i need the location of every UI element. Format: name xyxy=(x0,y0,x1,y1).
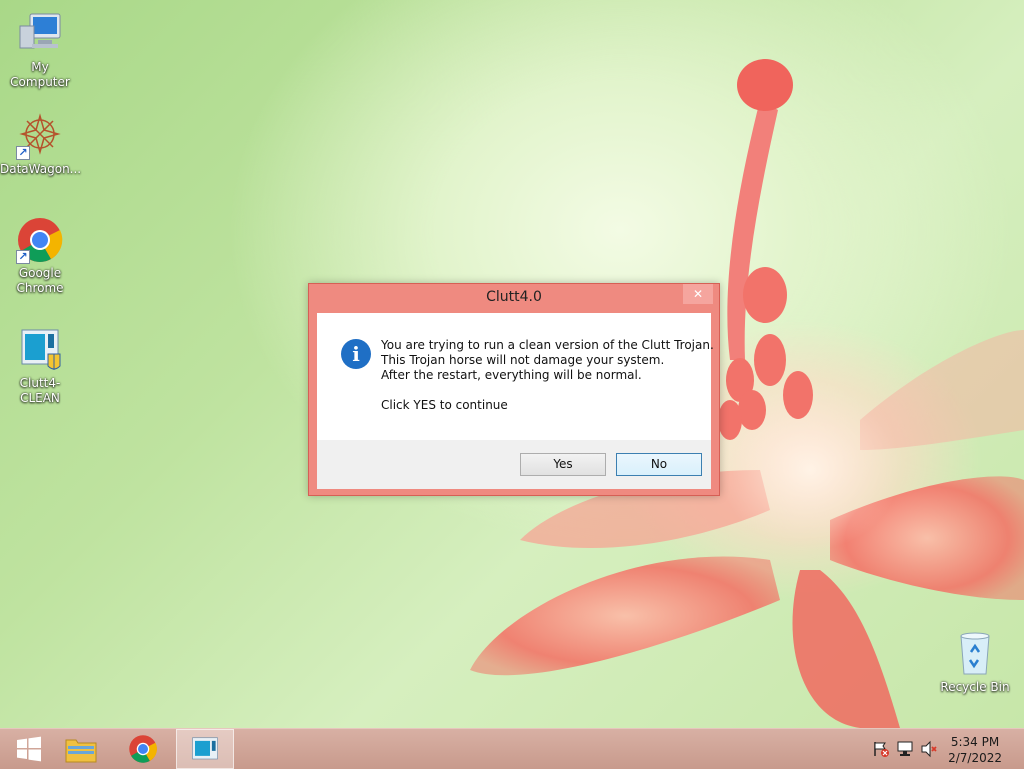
shortcut-arrow-icon: ↗ xyxy=(16,146,30,160)
clutt-app-icon xyxy=(192,737,218,760)
dialog-titlebar[interactable]: Clutt4.0 ✕ xyxy=(309,284,719,312)
shortcut-arrow-icon: ↗ xyxy=(16,250,30,264)
dialog-message: You are trying to run a clean version of… xyxy=(381,338,714,413)
clutt-dialog: Clutt4.0 ✕ i You are trying to run a cle… xyxy=(308,283,720,496)
computer-icon xyxy=(16,10,64,58)
dialog-client: i You are trying to run a clean version … xyxy=(317,313,714,489)
close-button[interactable]: ✕ xyxy=(683,284,713,304)
folder-icon xyxy=(65,739,97,763)
taskbar-file-explorer[interactable] xyxy=(52,729,110,769)
taskbar-clock[interactable]: 5:34 PM 2/7/2022 xyxy=(948,734,1002,766)
info-icon: i xyxy=(341,339,371,369)
no-button[interactable]: No xyxy=(616,453,702,476)
desktop-icon-my-computer[interactable]: My Computer xyxy=(0,10,80,90)
datawagon-icon: ↗ xyxy=(16,112,64,160)
action-center-flag-icon[interactable] xyxy=(872,740,890,758)
message-line: Click YES to continue xyxy=(381,398,508,412)
desktop-icon-google-chrome[interactable]: ↗ Google Chrome xyxy=(0,216,80,296)
desktop-icon-label: Recycle Bin xyxy=(940,680,1010,694)
windows-logo-icon xyxy=(17,736,41,762)
clock-date: 2/7/2022 xyxy=(948,751,1002,765)
system-tray xyxy=(872,729,938,769)
chrome-icon xyxy=(129,735,157,763)
yes-button[interactable]: Yes xyxy=(520,453,606,476)
desktop-icon-recycle-bin[interactable]: Recycle Bin xyxy=(935,630,1015,695)
desktop-icon-label: Google Chrome xyxy=(16,266,64,295)
close-icon: ✕ xyxy=(692,287,704,301)
dialog-button-bar: Yes No xyxy=(317,440,711,489)
desktop-icon-label: DataWagon... xyxy=(0,162,82,176)
desktop-icon-label: My Computer xyxy=(10,60,70,89)
message-line: After the restart, everything will be no… xyxy=(381,368,642,382)
start-button[interactable] xyxy=(0,729,58,769)
desktop-icon-clutt4-clean[interactable]: Clutt4-CLEAN xyxy=(0,326,80,406)
dialog-content: i You are trying to run a clean version … xyxy=(317,313,714,440)
taskbar: 5:34 PM 2/7/2022 xyxy=(0,728,1024,769)
clutt-app-icon xyxy=(16,326,64,374)
taskbar-chrome[interactable] xyxy=(114,729,172,769)
chrome-icon: ↗ xyxy=(16,216,64,264)
network-icon[interactable] xyxy=(896,740,914,758)
volume-muted-icon[interactable] xyxy=(920,740,938,758)
message-line: This Trojan horse will not damage your s… xyxy=(381,353,665,367)
taskbar-clutt-window[interactable] xyxy=(176,729,234,769)
message-line: You are trying to run a clean version of… xyxy=(381,338,714,352)
desktop-icon-label: Clutt4-CLEAN xyxy=(19,376,61,405)
desktop-icon-datawagon[interactable]: ↗ DataWagon... xyxy=(0,112,82,177)
clock-time: 5:34 PM xyxy=(950,735,1000,749)
recycle-bin-icon xyxy=(951,630,999,678)
dialog-title: Clutt4.0 xyxy=(486,289,542,305)
